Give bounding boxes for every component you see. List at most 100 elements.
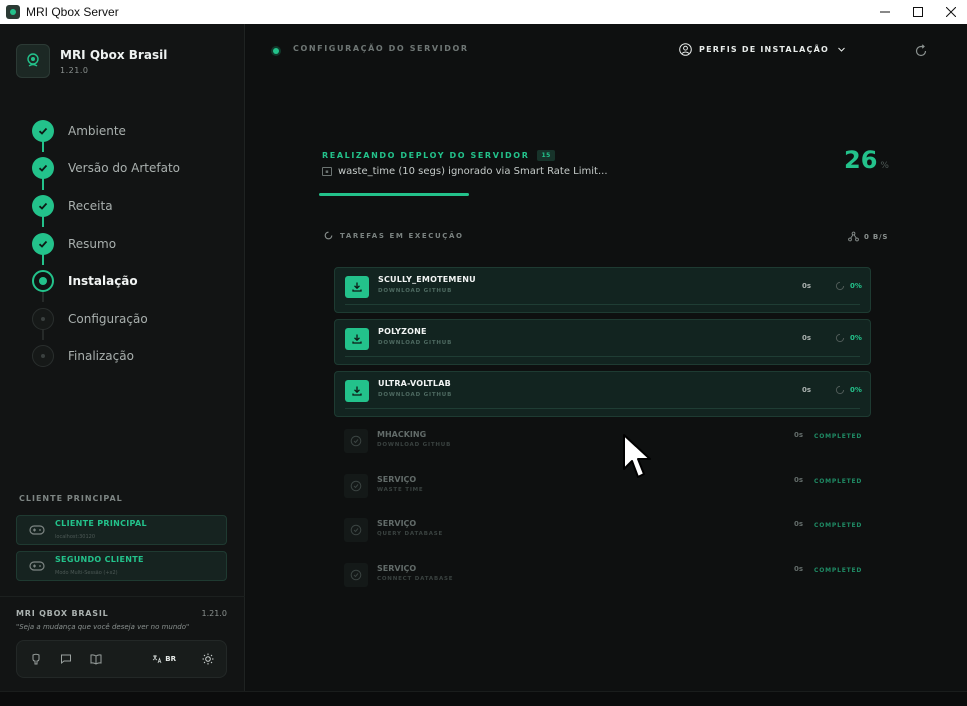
download-icon — [345, 380, 369, 402]
step-receita[interactable]: Receita — [32, 187, 180, 228]
deploy-title-text: REALIZANDO DEPLOY DO SERVIDOR — [322, 151, 530, 160]
task-subtitle: DOWNLOAD GITHUB — [378, 392, 453, 398]
translate-icon — [153, 655, 162, 664]
client-title: CLIENTE PRINCIPAL — [55, 519, 147, 528]
book-icon — [90, 654, 102, 665]
task-percent: 0% — [850, 282, 862, 290]
tasks-title-text: TAREFAS EM EXECUÇÃO — [340, 231, 464, 240]
task-time: 0s — [802, 334, 812, 342]
deploy-badge: 15 — [537, 150, 555, 161]
step-versao-artefato[interactable]: Versão do Artefato — [32, 150, 180, 190]
check-icon — [32, 232, 54, 255]
task-time: 0s — [794, 431, 804, 439]
github-icon — [32, 653, 40, 665]
step-configuracao[interactable]: Configuração — [32, 300, 180, 340]
minimize-button[interactable] — [868, 0, 901, 24]
app-logo-icon — [6, 5, 20, 19]
task-subtitle: CONNECT DATABASE — [377, 576, 454, 582]
user-icon — [679, 43, 692, 56]
brand: MRI Qbox Brasil 1.21.0 — [16, 44, 167, 78]
profiles-dropdown[interactable]: PERFIS DE INSTALAÇÃO — [679, 43, 846, 56]
network-icon — [848, 231, 859, 242]
task-time: 0s — [802, 282, 812, 290]
deploy-message: ▪ waste_time (10 segs) ignorado via Smar… — [322, 166, 608, 177]
check-circle-icon — [344, 518, 368, 542]
sun-icon[interactable] — [202, 653, 214, 665]
footer-quote: "Seja a mudança que você deseja ver no m… — [16, 623, 190, 631]
task-percent: 0% — [850, 334, 862, 342]
github-button[interactable] — [29, 652, 43, 666]
completed-task-row: SERVIÇO CONNECT DATABASE 0s COMPLETED — [344, 563, 874, 597]
step-label: Versão do Artefato — [68, 161, 180, 176]
percent-value: 26 — [844, 146, 878, 174]
chat-button[interactable] — [59, 652, 73, 666]
task-subtitle: DOWNLOAD GITHUB — [377, 442, 452, 448]
task-time: 0s — [794, 565, 804, 573]
client-section-title: CLIENTE PRINCIPAL — [19, 494, 123, 503]
active-step-icon — [32, 270, 54, 293]
deploy-title: REALIZANDO DEPLOY DO SERVIDOR 15 — [322, 150, 555, 161]
docs-button[interactable] — [89, 652, 103, 666]
spinner-icon — [835, 281, 845, 291]
minimize-icon — [879, 11, 890, 13]
chat-icon — [61, 654, 71, 665]
sidebar-footer: MRI QBOX BRASIL 1.21.0 "Seja a mudança q… — [0, 596, 245, 691]
spinner-icon — [835, 333, 845, 343]
client-title: SEGUNDO CLIENTE — [55, 555, 144, 564]
mouse-cursor-icon — [623, 434, 651, 478]
task-time: 0s — [794, 476, 804, 484]
completed-task-row: SERVIÇO QUERY DATABASE 0s COMPLETED — [344, 518, 874, 552]
pending-step-icon — [32, 345, 54, 368]
task-progress-bar — [345, 304, 860, 305]
task-name: SCULLY_EMOTEMENU — [378, 275, 476, 284]
refresh-icon[interactable] — [914, 44, 928, 58]
step-ambiente[interactable]: Ambiente — [32, 112, 180, 152]
close-button[interactable] — [934, 0, 967, 24]
sidebar: MRI Qbox Brasil 1.21.0 Ambiente Versão d… — [0, 24, 245, 691]
task-progress-bar — [345, 408, 860, 409]
deploy-percent: 26 % — [844, 146, 889, 174]
task-percent: 0% — [850, 386, 862, 394]
status-badge: COMPLETED — [814, 478, 863, 485]
task-time: 0s — [802, 386, 812, 394]
check-icon — [32, 157, 54, 180]
task-name: ULTRA-VOLTLAB — [378, 379, 451, 388]
step-finalizacao[interactable]: Finalização — [32, 338, 180, 376]
footer-version: 1.21.0 — [201, 609, 227, 618]
check-icon — [32, 194, 54, 217]
status-badge: COMPLETED — [814, 567, 863, 574]
task-card: ULTRA-VOLTLAB DOWNLOAD GITHUB 0s 0% — [334, 371, 871, 417]
completed-task-row: SERVIÇO WASTE TIME 0s COMPLETED — [344, 474, 874, 508]
task-name: SERVIÇO — [377, 519, 417, 528]
task-subtitle: WASTE TIME — [377, 487, 424, 493]
spinner-icon — [835, 385, 845, 395]
footer-toolbar: BR — [16, 640, 227, 678]
step-resumo[interactable]: Resumo — [32, 225, 180, 265]
main-panel: CONFIGURAÇÃO DO SERVIDOR PERFIS DE INSTA… — [246, 24, 967, 691]
window-titlebar: MRI Qbox Server — [0, 0, 967, 24]
page-title: CONFIGURAÇÃO DO SERVIDOR — [293, 44, 469, 53]
client-card-primary[interactable]: CLIENTE PRINCIPAL localhost:30120 — [16, 515, 227, 545]
task-card: SCULLY_EMOTEMENU DOWNLOAD GITHUB 0s 0% — [334, 267, 871, 313]
step-label: Receita — [68, 198, 113, 213]
step-label: Configuração — [68, 311, 148, 326]
close-icon — [945, 7, 956, 17]
client-card-secondary[interactable]: SEGUNDO CLIENTE Modo Multi-Sessão (+x2) — [16, 551, 227, 581]
brand-version: 1.21.0 — [60, 65, 89, 75]
main-header: CONFIGURAÇÃO DO SERVIDOR PERFIS DE INSTA… — [246, 24, 967, 76]
maximize-button[interactable] — [901, 0, 934, 24]
task-subtitle: DOWNLOAD GITHUB — [378, 340, 453, 346]
footer-brand: MRI QBOX BRASIL — [16, 609, 109, 618]
task-time: 0s — [794, 520, 804, 528]
deploy-progress-fill — [319, 193, 469, 196]
task-subtitle: QUERY DATABASE — [377, 531, 444, 537]
check-circle-icon — [344, 474, 368, 498]
maximize-icon — [912, 7, 923, 17]
gamepad-icon — [29, 525, 45, 535]
step-label: Instalação — [68, 274, 138, 289]
task-name: SERVIÇO — [377, 564, 417, 573]
terminal-icon: ▪ — [322, 167, 332, 176]
step-instalacao[interactable]: Instalação — [32, 262, 180, 303]
language-button[interactable]: BR — [152, 654, 176, 664]
task-subtitle: DOWNLOAD GITHUB — [378, 288, 453, 294]
